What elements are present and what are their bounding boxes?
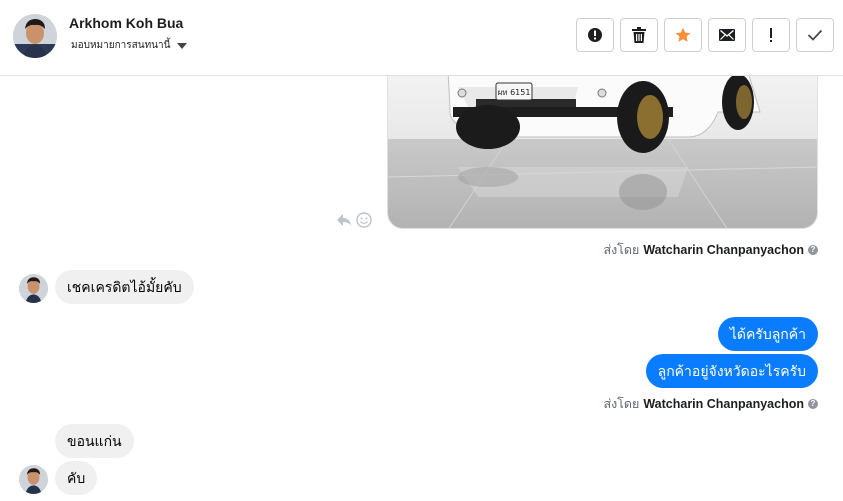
help-icon[interactable]: ? <box>808 399 818 409</box>
message-bubble-outgoing[interactable]: ลูกค้าอยู่จังหวัดอะไรครับ <box>645 354 818 388</box>
message-image[interactable]: ผท 6151 <box>387 66 818 229</box>
svg-text:ผท 6151: ผท 6151 <box>498 88 531 97</box>
star-button[interactable] <box>664 18 702 52</box>
exclamation-icon <box>770 28 772 42</box>
message-bubble-outgoing[interactable]: ได้ครับลูกค้า <box>717 317 818 351</box>
contact-avatar-small[interactable] <box>19 465 48 494</box>
follow-up-button[interactable] <box>752 18 790 52</box>
message-bubble-incoming[interactable]: ขอนแก่น <box>55 424 134 458</box>
check-icon <box>807 29 823 41</box>
envelope-icon <box>719 29 735 41</box>
emoji-reaction-icon[interactable] <box>356 212 372 228</box>
reply-icon[interactable] <box>336 213 352 227</box>
caret-down-icon <box>177 42 188 49</box>
alert-circle-icon <box>588 28 602 42</box>
message-thread[interactable]: ผท 6151 ส่งโดย Watcharin Chanpanyachon ?… <box>0 66 843 501</box>
sent-by-label: ส่งโดย Watcharin Chanpanyachon ? <box>603 240 818 260</box>
message-bubble-incoming[interactable]: เชคเครดิตไอ้มั้ยคับ <box>55 270 194 304</box>
conversation-header: Arkhom Koh Bua มอบหมายการสนทนานี้ <box>0 0 843 76</box>
agent-name[interactable]: Watcharin Chanpanyachon <box>643 243 804 257</box>
delete-button[interactable] <box>620 18 658 52</box>
assign-label: มอบหมายการสนทนานี้ <box>71 40 171 51</box>
contact-avatar-small[interactable] <box>19 274 48 303</box>
contact-avatar[interactable] <box>13 14 57 58</box>
agent-name[interactable]: Watcharin Chanpanyachon <box>643 397 804 411</box>
done-button[interactable] <box>796 18 834 52</box>
star-icon <box>675 27 691 42</box>
sent-by-prefix: ส่งโดย <box>603 397 640 411</box>
contact-name[interactable]: Arkhom Koh Bua <box>69 15 183 31</box>
sent-by-prefix: ส่งโดย <box>603 243 640 257</box>
assign-conversation-dropdown[interactable]: มอบหมายการสนทนานี้ <box>71 38 188 53</box>
help-icon[interactable]: ? <box>808 245 818 255</box>
mark-unread-button[interactable] <box>708 18 746 52</box>
sent-by-label: ส่งโดย Watcharin Chanpanyachon ? <box>603 394 818 414</box>
spam-button[interactable] <box>576 18 614 52</box>
message-tools <box>336 212 372 228</box>
trash-icon <box>632 27 646 43</box>
header-actions <box>576 18 834 52</box>
message-bubble-incoming[interactable]: คับ <box>55 461 98 495</box>
